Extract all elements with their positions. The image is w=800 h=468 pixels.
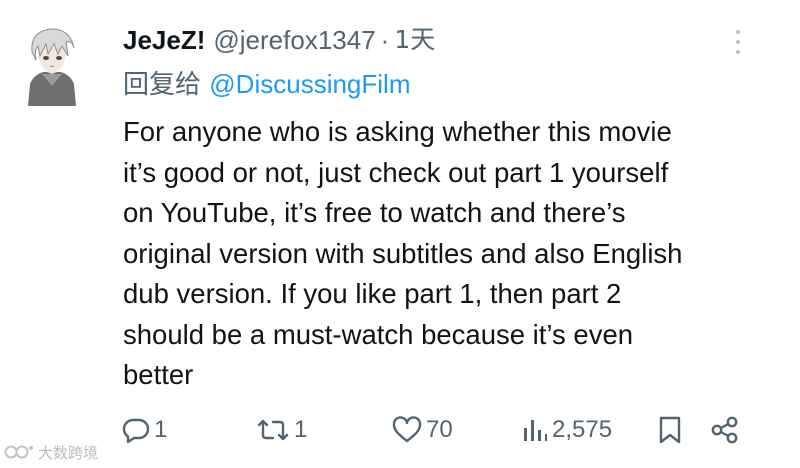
reply-to-prefix: 回复给: [123, 70, 202, 100]
views-icon: [524, 420, 547, 441]
tweet-body-line: For anyone who is asking whether this mo…: [123, 116, 672, 147]
retweet-icon: [257, 419, 289, 441]
like-button[interactable]: 70: [392, 408, 453, 452]
tweet-header: JeJeZ! @jerefox1347 · 1天: [123, 18, 435, 62]
reply-count: 1: [154, 416, 168, 443]
tweet-body-line: on YouTube, it’s free to watch and there…: [123, 197, 626, 228]
more-options-icon[interactable]: [726, 28, 750, 56]
bookmark-button[interactable]: [658, 408, 682, 452]
reply-context: 回复给 @DiscussingFilm: [123, 64, 410, 104]
reply-mention-link[interactable]: @DiscussingFilm: [209, 69, 410, 99]
tweet-card: JeJeZ! @jerefox1347 · 1天 回复给 @Discussing…: [0, 0, 800, 468]
watermark-text: 大数跨境: [38, 443, 99, 462]
share-icon: [711, 416, 738, 444]
reply-button[interactable]: 1: [122, 408, 167, 452]
reply-icon: [122, 418, 150, 444]
header-separator: ·: [380, 25, 390, 55]
watermark-logo: [4, 445, 33, 459]
heart-icon: [392, 416, 422, 443]
tweet-body: For anyone who is asking whether this mo…: [123, 112, 773, 396]
tweet-body-line: original version with subtitles and also…: [123, 237, 683, 269]
retweet-count: 1: [294, 416, 308, 443]
views-count: 2,575: [552, 416, 613, 443]
avatar-image: [28, 28, 76, 106]
author-handle[interactable]: @jerefox1347: [213, 18, 375, 62]
tweet-actions-bar: 1 1 70 2,575: [120, 408, 760, 452]
tweet-timestamp[interactable]: 1天: [394, 18, 435, 62]
bookmark-icon: [659, 416, 681, 444]
share-button[interactable]: [710, 408, 740, 452]
tweet-body-line: better: [123, 359, 194, 390]
avatar[interactable]: [24, 26, 80, 106]
views-button[interactable]: 2,575: [520, 408, 612, 452]
retweet-button[interactable]: 1: [256, 408, 307, 452]
like-count: 70: [426, 416, 453, 443]
tweet-body-line: dub version. If you like part 1, then pa…: [123, 278, 622, 309]
tweet-body-line: should be a must-watch because it’s even: [123, 318, 634, 350]
author-display-name[interactable]: JeJeZ!: [123, 18, 205, 62]
watermark: 大数跨境: [4, 440, 98, 464]
tweet-body-line: it’s good or not, just check out part 1 …: [123, 156, 669, 188]
